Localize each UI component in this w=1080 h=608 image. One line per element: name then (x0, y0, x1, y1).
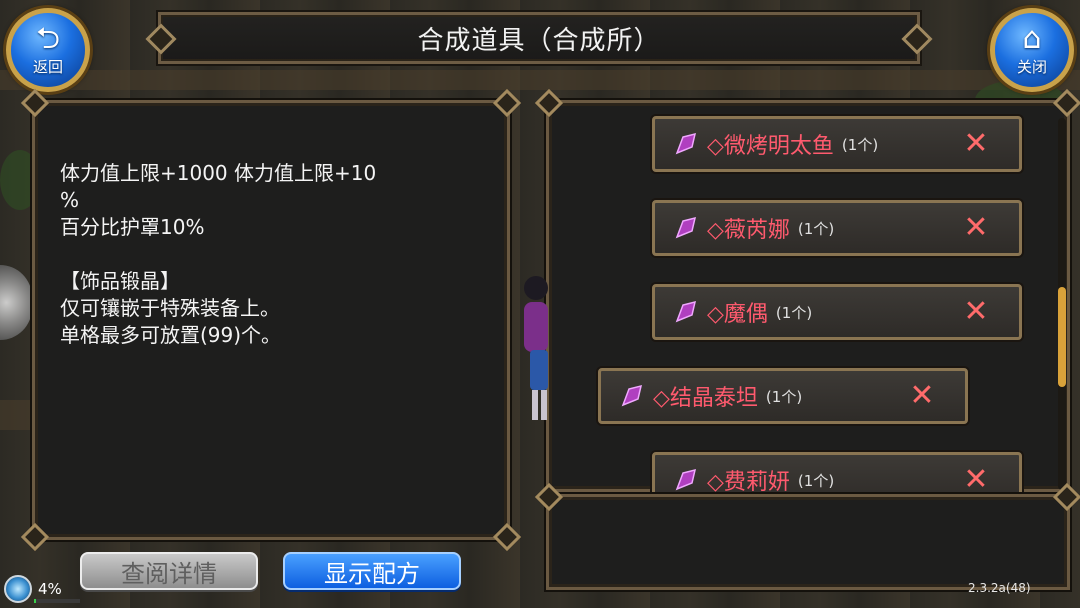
loading-progress-fill (34, 599, 36, 603)
remove-icon[interactable]: ✕ (907, 381, 937, 411)
description-line: 体力值上限+1000 体力值上限+10 (60, 161, 377, 185)
version-label: 2.3.2a(48) (968, 581, 1031, 595)
material-count: (1个) (765, 387, 803, 406)
item-description: 体力值上限+1000 体力值上限+10 % 百分比护罩10% 【饰品锻晶】 仅可… (60, 160, 480, 349)
description-line: 仅可镶嵌于特殊装备上。 (60, 296, 280, 320)
description-line: 【饰品锻晶】 (60, 269, 180, 293)
back-button-label: 返回 (32, 57, 63, 76)
crystal-icon (675, 468, 697, 491)
description-line: 百分比护罩10% (60, 215, 205, 239)
remove-icon[interactable]: ✕ (961, 129, 991, 159)
crystal-icon (675, 300, 697, 323)
loading-icon (4, 575, 32, 603)
material-count: (1个) (775, 303, 813, 322)
material-name: ◇微烤明太鱼 (707, 134, 834, 159)
material-name: ◇费莉妍 (707, 470, 790, 492)
close-button-label: 关闭 (1016, 57, 1047, 76)
material-count: (1个) (797, 471, 835, 490)
player-character (524, 276, 548, 420)
material-item[interactable]: ◇薇芮娜 (1个) ✕ (652, 200, 1022, 256)
loading-progress-bar (34, 599, 80, 603)
crystal-icon (621, 384, 643, 407)
crystal-icon (675, 132, 697, 155)
materials-list[interactable]: ◇微烤明太鱼 (1个) ✕ ◇薇芮娜 (1个) ✕ ◇魔偶 (1个) ✕ ◇结晶… (556, 108, 1048, 492)
remove-icon[interactable]: ✕ (961, 213, 991, 243)
crystal-icon (675, 216, 697, 239)
material-name: ◇薇芮娜 (707, 218, 790, 243)
loading-percent: 4% (38, 580, 62, 598)
title-bar: 合成道具（合成所） (145, 12, 933, 64)
material-item[interactable]: ◇魔偶 (1个) ✕ (652, 284, 1022, 340)
material-count: (1个) (797, 219, 835, 238)
remove-icon[interactable]: ✕ (961, 465, 991, 493)
material-name: ◇结晶泰坦 (653, 386, 758, 411)
material-item[interactable]: ◇费莉妍 (1个) ✕ (652, 452, 1022, 492)
page-title: 合成道具（合成所） (417, 25, 661, 56)
material-name: ◇魔偶 (707, 302, 768, 327)
house-icon: ⌂ (1022, 20, 1042, 56)
remove-icon[interactable]: ✕ (961, 297, 991, 327)
description-line: % (60, 188, 80, 212)
back-button[interactable]: ⮌ 返回 (6, 8, 90, 92)
description-line: 单格最多可放置(99)个。 (60, 323, 282, 347)
result-panel (534, 482, 1080, 590)
show-recipe-button[interactable]: 显示配方 (283, 552, 461, 590)
return-arrow-icon: ⮌ (35, 20, 61, 56)
material-count: (1个) (841, 135, 879, 154)
material-item[interactable]: ◇微烤明太鱼 (1个) ✕ (652, 116, 1022, 172)
close-button[interactable]: ⌂ 关闭 (990, 8, 1074, 92)
view-details-button[interactable]: 查阅详情 (80, 552, 258, 590)
material-item-selected[interactable]: ◇结晶泰坦 (1个) ✕ (598, 368, 968, 424)
materials-scrollbar[interactable] (1058, 118, 1066, 490)
scrollbar-thumb[interactable] (1058, 287, 1066, 387)
